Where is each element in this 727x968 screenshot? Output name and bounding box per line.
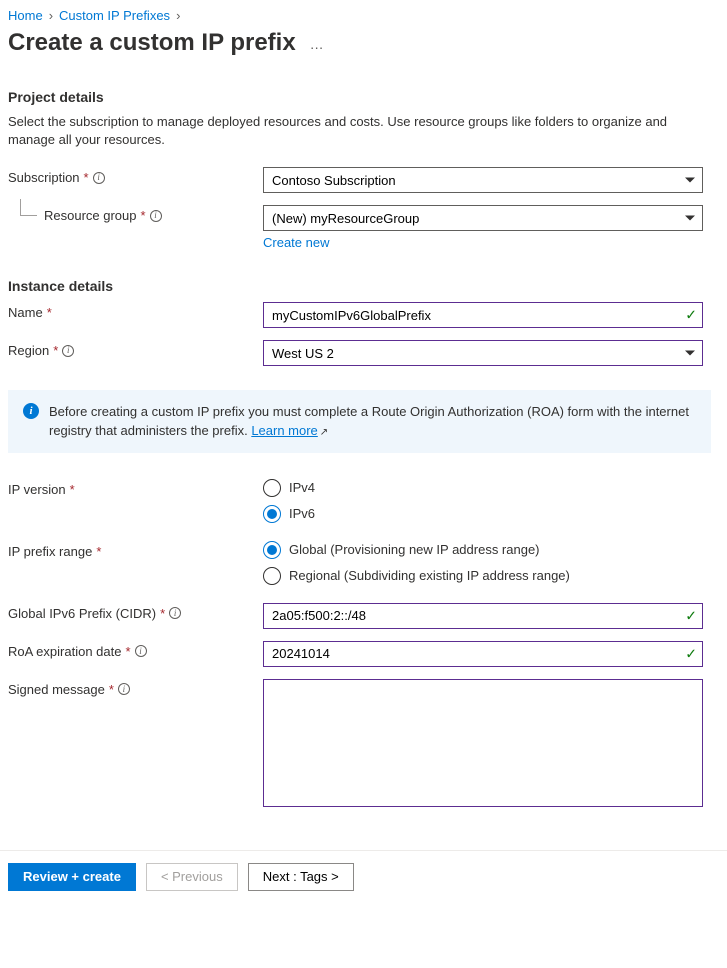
required-indicator: * [96, 544, 101, 559]
next-button[interactable]: Next : Tags > [248, 863, 354, 891]
breadcrumb: Home › Custom IP Prefixes › [8, 8, 711, 23]
learn-more-link[interactable]: Learn more [251, 423, 317, 438]
required-indicator: * [141, 208, 146, 223]
info-icon[interactable]: i [169, 607, 181, 619]
info-icon[interactable]: i [62, 345, 74, 357]
resource-group-select[interactable]: (New) myResourceGroup [263, 205, 703, 231]
footer-actions: Review + create < Previous Next : Tags > [0, 850, 727, 903]
subscription-label: Subscription [8, 170, 80, 185]
checkmark-icon: ✓ [685, 607, 697, 624]
required-indicator: * [125, 644, 130, 659]
global-prefix-input[interactable] [263, 603, 703, 629]
required-indicator: * [47, 305, 52, 320]
region-select[interactable]: West US 2 [263, 340, 703, 366]
radio-icon [263, 567, 281, 585]
breadcrumb-home[interactable]: Home [8, 8, 43, 23]
subscription-select[interactable]: Contoso Subscription [263, 167, 703, 193]
signed-message-textarea[interactable] [263, 679, 703, 807]
previous-button[interactable]: < Previous [146, 863, 238, 891]
info-icon[interactable]: i [93, 172, 105, 184]
radio-global[interactable]: Global (Provisioning new IP address rang… [263, 541, 703, 559]
info-icon[interactable]: i [150, 210, 162, 222]
ip-version-label: IP version [8, 482, 66, 497]
project-details-heading: Project details [8, 89, 711, 105]
checkmark-icon: ✓ [685, 307, 697, 324]
chevron-right-icon: › [176, 8, 180, 23]
more-icon[interactable]: … [304, 36, 330, 52]
region-label: Region [8, 343, 49, 358]
name-label: Name [8, 305, 43, 320]
info-icon[interactable]: i [118, 683, 130, 695]
create-new-link[interactable]: Create new [263, 235, 329, 250]
name-input[interactable] [263, 302, 703, 328]
global-prefix-label: Global IPv6 Prefix (CIDR) [8, 606, 156, 621]
radio-ipv6-label: IPv6 [289, 506, 315, 521]
external-link-icon: ↗ [320, 427, 328, 438]
required-indicator: * [70, 482, 75, 497]
page-title: Create a custom IP prefix [8, 29, 296, 57]
info-banner-text: Before creating a custom IP prefix you m… [49, 404, 689, 437]
checkmark-icon: ✓ [685, 645, 697, 662]
required-indicator: * [160, 606, 165, 621]
project-details-description: Select the subscription to manage deploy… [8, 113, 711, 149]
chevron-right-icon: › [49, 8, 53, 23]
signed-message-label: Signed message [8, 682, 105, 697]
info-icon: i [23, 403, 39, 419]
required-indicator: * [53, 343, 58, 358]
radio-regional-label: Regional (Subdividing existing IP addres… [289, 568, 570, 583]
breadcrumb-section[interactable]: Custom IP Prefixes [59, 8, 170, 23]
radio-ipv4-label: IPv4 [289, 480, 315, 495]
resource-group-label: Resource group [44, 208, 137, 223]
instance-details-heading: Instance details [8, 278, 711, 294]
radio-global-label: Global (Provisioning new IP address rang… [289, 542, 540, 557]
radio-ipv6[interactable]: IPv6 [263, 505, 703, 523]
info-banner: i Before creating a custom IP prefix you… [8, 390, 711, 452]
radio-icon [263, 479, 281, 497]
radio-icon [263, 541, 281, 559]
review-create-button[interactable]: Review + create [8, 863, 136, 891]
radio-icon [263, 505, 281, 523]
radio-regional[interactable]: Regional (Subdividing existing IP addres… [263, 567, 703, 585]
roa-expiration-label: RoA expiration date [8, 644, 121, 659]
info-icon[interactable]: i [135, 645, 147, 657]
radio-ipv4[interactable]: IPv4 [263, 479, 703, 497]
roa-expiration-input[interactable] [263, 641, 703, 667]
required-indicator: * [84, 170, 89, 185]
ip-prefix-range-label: IP prefix range [8, 544, 92, 559]
required-indicator: * [109, 682, 114, 697]
